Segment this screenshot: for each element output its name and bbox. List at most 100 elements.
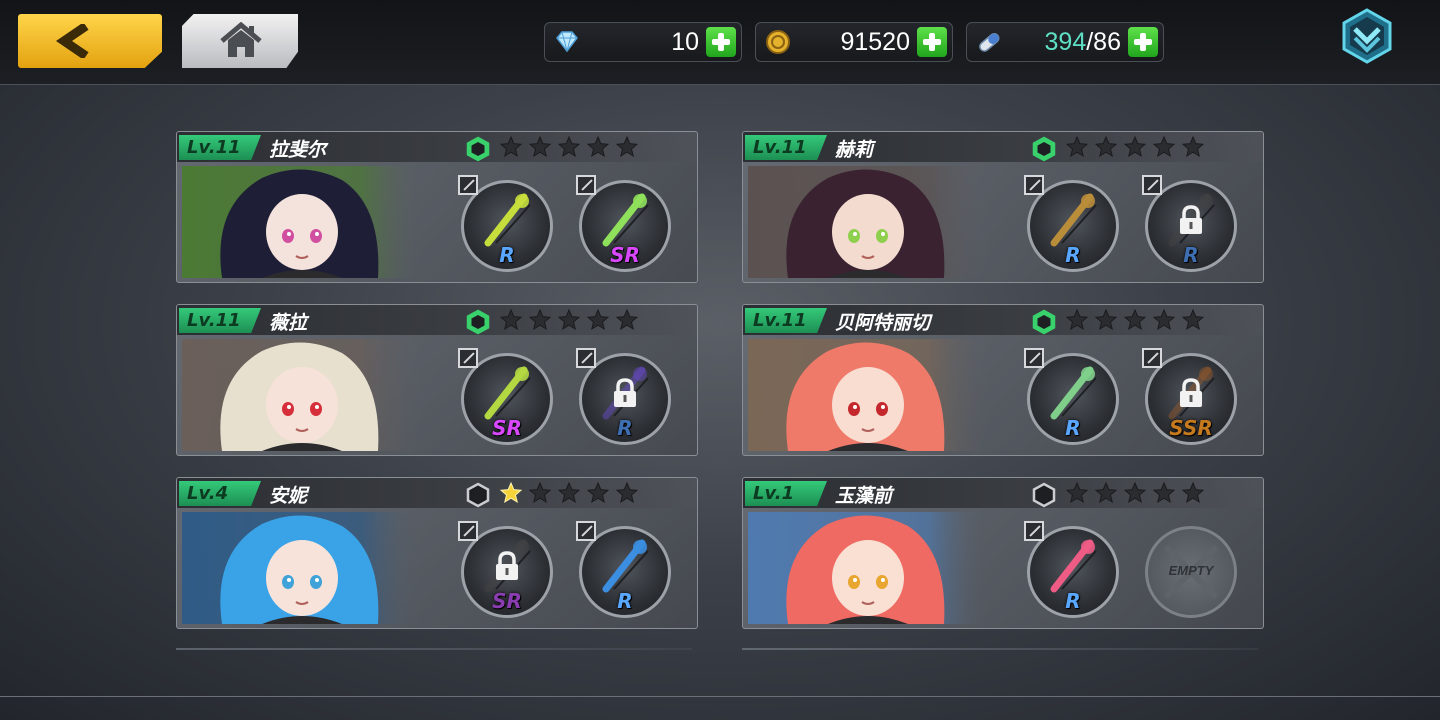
bottom-divider — [0, 696, 1440, 697]
star-empty-icon — [557, 481, 581, 504]
character-name: 薇拉 — [269, 312, 308, 334]
lock-icon — [1180, 378, 1202, 407]
divider — [742, 648, 1258, 650]
rarity-label: SR — [492, 416, 522, 440]
empty-slot-label: EMPTY — [1168, 563, 1214, 578]
gold-count: 91520 — [840, 28, 910, 56]
star-empty-icon — [586, 481, 610, 504]
level-badge: Lv.4 — [179, 481, 261, 506]
equipment-slot[interactable]: SR — [458, 521, 553, 618]
character-portrait[interactable] — [182, 512, 422, 624]
star-empty-icon — [1094, 308, 1118, 331]
equipment-slot[interactable]: R — [576, 521, 671, 618]
stamina-count: 394/86 — [1045, 28, 1121, 57]
gold-coin-icon — [766, 30, 790, 54]
equipment-slot[interactable]: SR — [458, 348, 553, 445]
star-empty-icon — [557, 308, 581, 331]
character-portrait[interactable] — [748, 512, 988, 624]
diamond-count: 10 — [671, 28, 699, 56]
card-header: Lv.11 贝阿特丽切 — [743, 305, 1263, 335]
equipment-slot-empty[interactable]: EMPTY — [1145, 526, 1237, 618]
star-empty-icon — [1152, 135, 1176, 158]
divider — [176, 648, 692, 650]
equipment-slot[interactable]: SR — [576, 175, 671, 272]
stamina-capsule-icon — [979, 32, 1000, 52]
character-portrait[interactable] — [748, 339, 988, 451]
star-rating — [499, 308, 639, 332]
character-card[interactable]: Lv.11 赫莉 R R — [742, 131, 1264, 283]
star-empty-icon — [1094, 481, 1118, 504]
card-header: Lv.11 拉斐尔 — [177, 132, 697, 162]
add-gold-button[interactable] — [917, 27, 947, 57]
star-empty-icon — [586, 135, 610, 158]
weapon-icon — [484, 193, 531, 247]
lock-icon — [1180, 205, 1202, 234]
star-empty-icon — [1152, 308, 1176, 331]
character-portrait[interactable] — [748, 166, 988, 278]
star-empty-icon — [615, 135, 639, 158]
rarity-label: R — [1065, 416, 1081, 440]
top-bar: 10 91520 394/86 — [0, 0, 1440, 85]
diamond-resource: 10 — [544, 22, 742, 62]
star-empty-icon — [1065, 308, 1089, 331]
equipment-slot[interactable]: R — [1024, 348, 1119, 445]
home-button[interactable] — [182, 14, 298, 68]
card-header: Lv.11 薇拉 — [177, 305, 697, 335]
awaken-hexagon-icon — [466, 136, 490, 162]
rarity-label: SSR — [1169, 416, 1213, 440]
star-rating — [1065, 308, 1205, 332]
star-rating — [1065, 135, 1205, 159]
star-empty-icon — [615, 481, 639, 504]
weapon-icon — [1050, 193, 1097, 247]
equipment-slot[interactable]: R — [458, 175, 553, 272]
character-portrait[interactable] — [182, 166, 422, 278]
level-badge: Lv.11 — [745, 308, 827, 333]
character-name: 拉斐尔 — [269, 139, 327, 161]
rarity-label: R — [617, 589, 633, 613]
star-empty-icon — [499, 308, 523, 331]
awaken-hexagon-icon — [1032, 482, 1056, 508]
level-badge: Lv.11 — [745, 135, 827, 160]
star-empty-icon — [586, 308, 610, 331]
star-empty-icon — [1152, 481, 1176, 504]
rarity-label: R — [499, 243, 515, 267]
awaken-hexagon-icon — [1032, 309, 1056, 335]
character-card[interactable]: Lv.1 玉藻前 R EMPTY — [742, 477, 1264, 629]
equipment-slot[interactable]: R — [1024, 175, 1119, 272]
card-header: Lv.11 赫莉 — [743, 132, 1263, 162]
star-empty-icon — [1123, 481, 1147, 504]
character-card[interactable]: Lv.11 拉斐尔 R SR — [176, 131, 698, 283]
rarity-label: SR — [610, 243, 640, 267]
star-empty-icon — [1123, 135, 1147, 158]
back-button[interactable] — [18, 14, 162, 68]
star-rating — [1065, 481, 1205, 505]
equipment-slot[interactable]: R — [1024, 521, 1119, 618]
add-stamina-button[interactable] — [1128, 27, 1158, 57]
character-portrait[interactable] — [182, 339, 422, 451]
rarity-label: R — [1065, 589, 1081, 613]
awaken-hexagon-icon — [1032, 136, 1056, 162]
star-rating — [499, 481, 639, 505]
character-name: 玉藻前 — [835, 485, 893, 507]
character-card[interactable]: Lv.11 贝阿特丽切 R SSR — [742, 304, 1264, 456]
home-icon — [220, 22, 262, 57]
star-empty-icon — [1181, 481, 1205, 504]
star-empty-icon — [615, 308, 639, 331]
character-card[interactable]: Lv.11 薇拉 SR R — [176, 304, 698, 456]
stamina-total: /86 — [1086, 28, 1121, 56]
character-card[interactable]: Lv.4 安妮 SR R — [176, 477, 698, 629]
equipment-slot[interactable]: SSR — [1142, 348, 1237, 445]
star-empty-icon — [528, 481, 552, 504]
awaken-hexagon-icon — [466, 482, 490, 508]
equipment-slot[interactable]: R — [576, 348, 671, 445]
add-diamond-button[interactable] — [706, 27, 736, 57]
weapon-icon — [1050, 366, 1097, 420]
star-empty-icon — [1065, 135, 1089, 158]
card-header: Lv.1 玉藻前 — [743, 478, 1263, 508]
menu-toggle-button[interactable] — [1340, 8, 1394, 64]
equipment-slot[interactable]: R — [1142, 175, 1237, 272]
star-empty-icon — [1065, 481, 1089, 504]
character-name: 安妮 — [269, 485, 308, 507]
rarity-label: R — [1065, 243, 1081, 267]
rarity-label: SR — [492, 589, 522, 613]
